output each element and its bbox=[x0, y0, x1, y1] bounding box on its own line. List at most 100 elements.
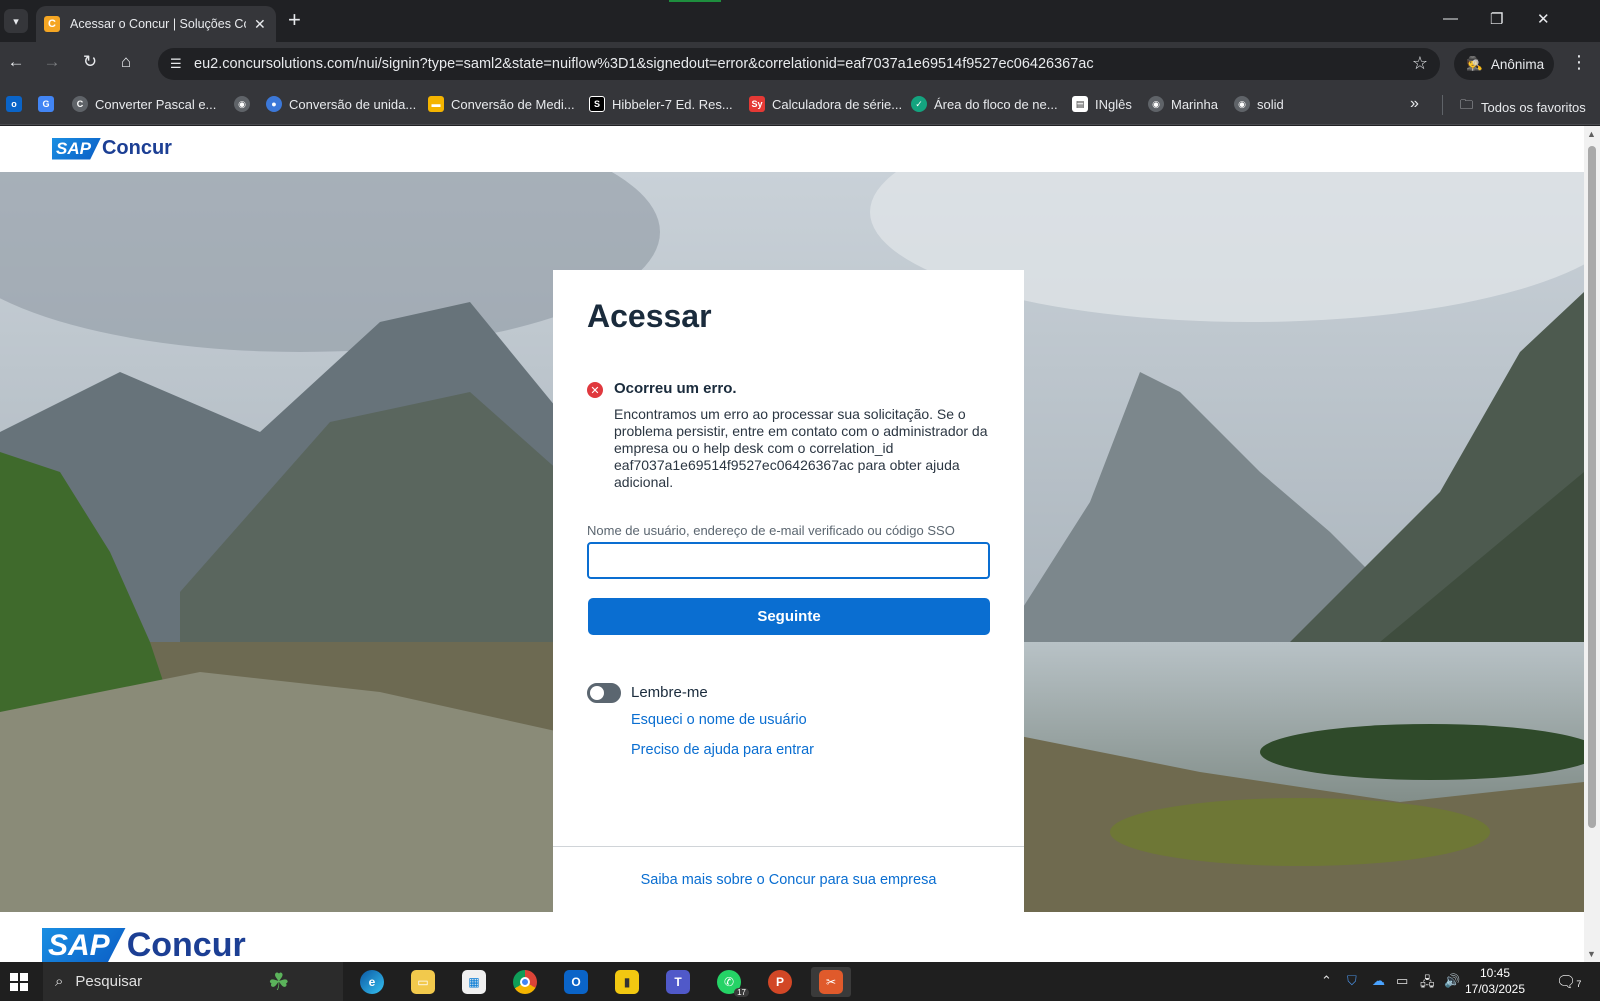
profile-label: Anônima bbox=[1490, 56, 1545, 72]
notifications-icon[interactable]: 🗨7 bbox=[1556, 972, 1581, 992]
clock-date: 17/03/2025 bbox=[1464, 982, 1526, 996]
tab-strip: ▾ C Acessar o Concur | Soluções Co ✕ + —… bbox=[0, 0, 1600, 42]
username-input[interactable] bbox=[587, 542, 990, 579]
new-tab-button[interactable]: + bbox=[288, 8, 301, 32]
bookmark-label: Conversão de Medi... bbox=[451, 96, 575, 112]
card-divider bbox=[553, 846, 1024, 847]
browser-menu-icon[interactable]: ⋮ bbox=[1570, 52, 1588, 73]
taskbar-power-bi[interactable]: ▮ bbox=[607, 967, 647, 997]
taskbar-outlook[interactable]: O bbox=[556, 967, 596, 997]
recording-indicator bbox=[669, 0, 721, 2]
bookmark-favicon-icon: ▤ bbox=[1072, 96, 1088, 112]
globe-icon: ◉ bbox=[1148, 96, 1164, 112]
bookmark-favicon-icon: C bbox=[72, 96, 88, 112]
incognito-profile-button[interactable]: 🕵 Anônima bbox=[1454, 48, 1554, 80]
more-bookmarks-icon[interactable]: » bbox=[1410, 95, 1419, 113]
onedrive-cloud-icon[interactable]: ☁ bbox=[1372, 973, 1385, 989]
bookmark-item[interactable]: C Converter Pascal e... bbox=[72, 96, 216, 112]
all-bookmarks-button[interactable]: 🗀 Todos os favoritos bbox=[1460, 96, 1586, 118]
help-sign-in-link[interactable]: Preciso de ajuda para entrar bbox=[631, 742, 814, 758]
translate-icon: G bbox=[38, 96, 54, 112]
scroll-down-icon[interactable]: ▼ bbox=[1587, 949, 1596, 959]
taskbar-snipping-tool[interactable]: ✂ bbox=[811, 967, 851, 997]
next-button[interactable]: Seguinte bbox=[588, 598, 990, 635]
bookmark-item[interactable]: ◉ solid bbox=[1234, 96, 1284, 112]
network-icon[interactable]: 🖧 bbox=[1420, 973, 1435, 995]
close-window-icon[interactable]: ✕ bbox=[1537, 10, 1550, 28]
clover-icon: ☘ bbox=[268, 969, 290, 996]
incognito-icon: 🕵 bbox=[1466, 56, 1483, 71]
close-tab-icon[interactable]: ✕ bbox=[254, 16, 266, 33]
logo-concur-text: Concur bbox=[126, 926, 246, 962]
site-header: SAP Concur bbox=[0, 126, 1584, 172]
bookmarks-divider bbox=[1442, 95, 1443, 115]
page-footer: SAP Concur bbox=[0, 912, 1584, 962]
bookmark-item[interactable]: ▤ INglês bbox=[1072, 96, 1132, 112]
taskbar-chrome[interactable] bbox=[505, 967, 545, 997]
security-shield-icon[interactable]: ⛉ bbox=[1347, 973, 1357, 989]
bookmark-label: INglês bbox=[1095, 96, 1132, 112]
page-scrollbar[interactable]: ▲ ▼ bbox=[1584, 126, 1600, 962]
forgot-username-link[interactable]: Esqueci o nome de usuário bbox=[631, 712, 807, 728]
taskbar-edge[interactable]: e bbox=[352, 967, 392, 997]
taskbar-teams[interactable]: T bbox=[658, 967, 698, 997]
show-hidden-icons-icon[interactable]: ⌃ bbox=[1321, 973, 1332, 989]
forward-icon[interactable]: → bbox=[40, 52, 64, 72]
bookmark-outlook[interactable]: o bbox=[6, 96, 22, 112]
logo-sap-text: SAP bbox=[42, 927, 126, 962]
bookmark-star-icon[interactable]: ☆ bbox=[1412, 53, 1428, 74]
scroll-thumb[interactable] bbox=[1588, 146, 1596, 828]
tab-search-button[interactable]: ▾ bbox=[4, 9, 28, 33]
tab-title: Acessar o Concur | Soluções Co bbox=[70, 17, 246, 31]
taskbar-file-explorer[interactable]: ▭ bbox=[403, 967, 443, 997]
bookmark-translate[interactable]: G bbox=[38, 96, 54, 112]
concur-favicon-icon: C bbox=[44, 16, 60, 32]
site-info-icon[interactable]: ☰ bbox=[170, 56, 190, 72]
bookmark-item[interactable]: ✓ Área do floco de ne... bbox=[911, 96, 1058, 112]
learn-more-link[interactable]: Saiba mais sobre o Concur para sua empre… bbox=[553, 872, 1024, 888]
back-icon[interactable]: ← bbox=[4, 52, 28, 72]
browser-toolbar: ← → ↻ ⌂ ☰ eu2.concursolutions.com/nui/si… bbox=[0, 42, 1600, 85]
toggle-knob bbox=[590, 686, 604, 700]
bookmark-globe[interactable]: ◉ bbox=[234, 96, 250, 112]
taskbar-store[interactable]: ▦ bbox=[454, 967, 494, 997]
active-tab[interactable]: C Acessar o Concur | Soluções Co ✕ bbox=[36, 6, 276, 42]
bookmark-label: Marinha bbox=[1171, 96, 1218, 112]
battery-icon[interactable]: ▭ bbox=[1396, 973, 1408, 989]
hero-background-image: Acessar ✕ Ocorreu um erro. Encontramos u… bbox=[0, 172, 1584, 912]
reload-icon[interactable]: ↻ bbox=[78, 52, 102, 72]
chart-bars-icon: ▮ bbox=[615, 970, 639, 994]
remember-me-label: Lembre-me bbox=[631, 684, 708, 701]
url-text[interactable]: eu2.concursolutions.com/nui/signin?type=… bbox=[194, 56, 1094, 72]
username-field-label: Nome de usuário, endereço de e-mail veri… bbox=[587, 523, 955, 538]
outlook-icon: O bbox=[564, 970, 588, 994]
bookmark-item[interactable]: ● Conversão de unida... bbox=[266, 96, 416, 112]
address-bar[interactable]: ☰ eu2.concursolutions.com/nui/signin?typ… bbox=[158, 48, 1440, 80]
bookmark-label: Calculadora de série... bbox=[772, 96, 903, 112]
scroll-up-icon[interactable]: ▲ bbox=[1587, 129, 1596, 139]
minimize-icon[interactable]: — bbox=[1443, 10, 1458, 27]
error-message: Encontramos um erro ao processar sua sol… bbox=[614, 406, 988, 490]
folder-icon: ▭ bbox=[411, 970, 435, 994]
logo-concur-text: Concur bbox=[101, 137, 172, 159]
sap-concur-logo[interactable]: SAP Concur bbox=[52, 137, 172, 160]
bookmark-item[interactable]: Sy Calculadora de série... bbox=[749, 96, 902, 112]
bookmarks-bar: o G C Converter Pascal e... ◉ ● Conversão … bbox=[0, 85, 1600, 125]
bookmark-item[interactable]: ◉ Marinha bbox=[1148, 96, 1218, 112]
remember-me-toggle[interactable] bbox=[587, 683, 621, 703]
taskbar-clock[interactable]: 10:45 17/03/2025 bbox=[1455, 965, 1535, 997]
all-bookmarks-label: Todos os favoritos bbox=[1481, 99, 1586, 115]
bookmark-item[interactable]: S Hibbeler-7 Ed. Res... bbox=[589, 96, 733, 112]
page-viewport: SAP Concur Acessar ✕ Ocorreu um erro. En… bbox=[0, 126, 1584, 962]
taskbar-powerpoint[interactable]: P bbox=[760, 967, 800, 997]
taskbar-search[interactable]: ⌕ Pesquisar bbox=[43, 962, 343, 1001]
restore-icon[interactable]: ❐ bbox=[1490, 10, 1503, 28]
bookmark-label: solid bbox=[1257, 96, 1284, 112]
home-icon[interactable]: ⌂ bbox=[114, 52, 138, 72]
chevron-down-icon: ▾ bbox=[13, 15, 19, 28]
taskbar-whatsapp[interactable]: ✆ 17 bbox=[709, 967, 749, 997]
bookmark-item[interactable]: ▬ Conversão de Medi... bbox=[428, 96, 575, 112]
windows-start-icon[interactable] bbox=[10, 973, 28, 991]
search-placeholder: Pesquisar bbox=[75, 973, 143, 990]
clock-time: 10:45 bbox=[1479, 966, 1511, 980]
